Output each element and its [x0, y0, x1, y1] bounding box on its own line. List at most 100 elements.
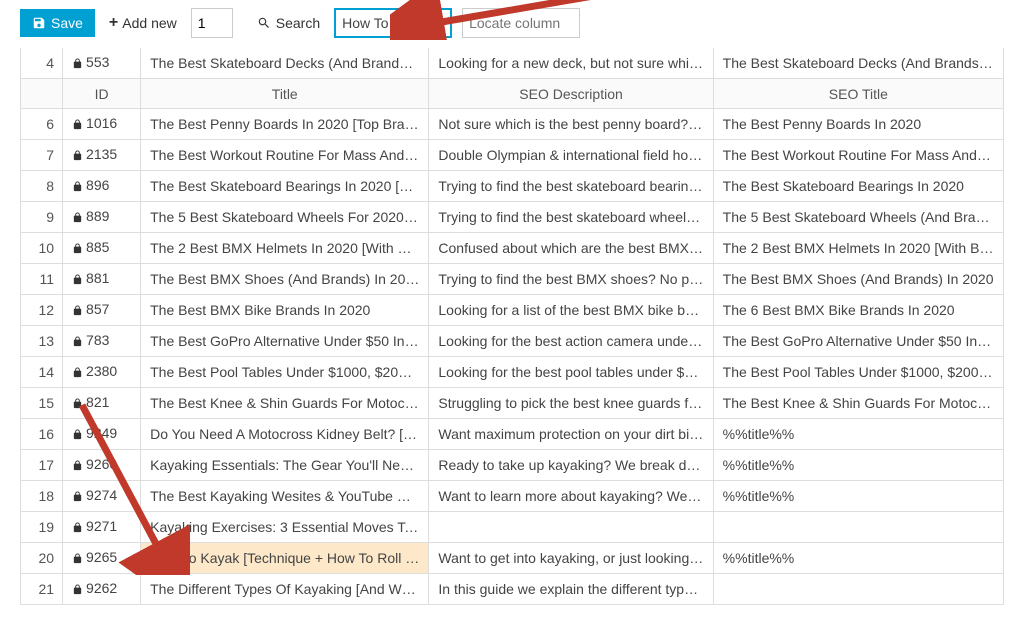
cell-title[interactable]: How To Kayak [Technique + How To Roll & …	[141, 543, 429, 574]
cell-title[interactable]: The Best Knee & Shin Guards For Motocros…	[141, 388, 429, 419]
cell-seo-title[interactable]: %%title%%	[713, 481, 1003, 512]
cell-seo-description[interactable]: Struggling to pick the best knee guards …	[429, 388, 713, 419]
cell-id[interactable]: 9249	[63, 419, 141, 450]
cell-title[interactable]: Do You Need A Motocross Kidney Belt? [An…	[141, 419, 429, 450]
row-number: 15	[21, 388, 63, 419]
cell-seo-title[interactable]: The Best Skateboard Bearings In 2020	[713, 171, 1003, 202]
cell-seo-description[interactable]: Double Olympian & international field ho…	[429, 140, 713, 171]
cell-id[interactable]: 896	[63, 171, 141, 202]
cell-seo-description[interactable]: Confused about which are the best BMX he…	[429, 233, 713, 264]
table-row[interactable]: 4553The Best Skateboard Decks (And Brand…	[21, 48, 1004, 79]
cell-seo-title[interactable]	[713, 512, 1003, 543]
cell-seo-title[interactable]: The Best Skateboard Decks (And Brands) I…	[713, 48, 1003, 79]
table-row[interactable]: 9889The 5 Best Skateboard Wheels For 202…	[21, 202, 1004, 233]
add-new-button[interactable]: + Add new	[105, 9, 181, 37]
table-row[interactable]: 10885The 2 Best BMX Helmets In 2020 [Wit…	[21, 233, 1004, 264]
locate-column-input[interactable]	[462, 8, 580, 38]
cell-id[interactable]: 9271	[63, 512, 141, 543]
cell-id[interactable]: 857	[63, 295, 141, 326]
cell-seo-description[interactable]: Trying to find the best skateboard beari…	[429, 171, 713, 202]
table-row[interactable]: 11881The Best BMX Shoes (And Brands) In …	[21, 264, 1004, 295]
cell-title[interactable]: The Best Workout Routine For Mass And St…	[141, 140, 429, 171]
cell-seo-title[interactable]: The 5 Best Skateboard Wheels (And Brands…	[713, 202, 1003, 233]
cell-seo-description[interactable]: Looking for the best action camera under…	[429, 326, 713, 357]
lock-icon	[72, 458, 83, 474]
table-row[interactable]: 15821The Best Knee & Shin Guards For Mot…	[21, 388, 1004, 419]
table-row[interactable]: 189274The Best Kayaking Wesites & YouTub…	[21, 481, 1004, 512]
cell-title[interactable]: The Best Penny Boards In 2020 [Top Brand…	[141, 109, 429, 140]
cell-id[interactable]: 2380	[63, 357, 141, 388]
col-header-id[interactable]: ID	[63, 79, 141, 109]
cell-seo-title[interactable]: The Best BMX Shoes (And Brands) In 2020	[713, 264, 1003, 295]
page-number-input[interactable]	[191, 8, 233, 38]
cell-title[interactable]: The Best BMX Shoes (And Brands) In 2020	[141, 264, 429, 295]
cell-id[interactable]: 783	[63, 326, 141, 357]
cell-title[interactable]: The Different Types Of Kayaking [And Whi…	[141, 574, 429, 605]
cell-id[interactable]: 821	[63, 388, 141, 419]
cell-seo-description[interactable]: Want to learn more about kayaking? We've…	[429, 481, 713, 512]
cell-seo-description[interactable]: Want maximum protection on your dirt bik…	[429, 419, 713, 450]
cell-id[interactable]: 885	[63, 233, 141, 264]
lock-icon	[72, 210, 83, 226]
lock-icon	[72, 148, 83, 164]
col-header-seo-title[interactable]: SEO Title	[713, 79, 1003, 109]
table-row[interactable]: 72135The Best Workout Routine For Mass A…	[21, 140, 1004, 171]
cell-title[interactable]: The Best Kayaking Wesites & YouTube Chan…	[141, 481, 429, 512]
data-grid: 4553The Best Skateboard Decks (And Brand…	[0, 48, 1024, 625]
cell-seo-description[interactable]: Want to get into kayaking, or just looki…	[429, 543, 713, 574]
cell-seo-title[interactable]: The Best Pool Tables Under $1000, $2000 …	[713, 357, 1003, 388]
save-button[interactable]: Save	[20, 9, 95, 37]
cell-seo-title[interactable]: The Best Penny Boards In 2020	[713, 109, 1003, 140]
cell-title[interactable]: Kayaking Exercises: 3 Essential Moves To…	[141, 512, 429, 543]
cell-title[interactable]: The Best Skateboard Decks (And Brands) I…	[141, 48, 429, 79]
table-row[interactable]: 61016The Best Penny Boards In 2020 [Top …	[21, 109, 1004, 140]
cell-seo-title[interactable]: The 6 Best BMX Bike Brands In 2020	[713, 295, 1003, 326]
cell-seo-description[interactable]: In this guide we explain the different t…	[429, 574, 713, 605]
cell-seo-description[interactable]: Looking for the best pool tables under $…	[429, 357, 713, 388]
table-row[interactable]: 169249Do You Need A Motocross Kidney Bel…	[21, 419, 1004, 450]
cell-title[interactable]: The Best Skateboard Bearings In 2020 [To…	[141, 171, 429, 202]
cell-seo-title[interactable]: %%title%%	[713, 450, 1003, 481]
table-row[interactable]: 179260Kayaking Essentials: The Gear You'…	[21, 450, 1004, 481]
table-row[interactable]: 12857The Best BMX Bike Brands In 2020Loo…	[21, 295, 1004, 326]
cell-seo-description[interactable]: Trying to find the best BMX shoes? No pr…	[429, 264, 713, 295]
table-row[interactable]: 142380The Best Pool Tables Under $1000, …	[21, 357, 1004, 388]
cell-id[interactable]: 889	[63, 202, 141, 233]
col-header-seo-description[interactable]: SEO Description	[429, 79, 713, 109]
cell-seo-description[interactable]: Not sure which is the best penny board? …	[429, 109, 713, 140]
cell-id[interactable]: 9262	[63, 574, 141, 605]
search-input[interactable]	[334, 8, 452, 38]
cell-seo-description[interactable]	[429, 512, 713, 543]
cell-seo-description[interactable]: Ready to take up kayaking? We break down…	[429, 450, 713, 481]
cell-seo-title[interactable]: The 2 Best BMX Helmets In 2020 [With Buy…	[713, 233, 1003, 264]
cell-seo-description[interactable]: Looking for a list of the best BMX bike …	[429, 295, 713, 326]
cell-id[interactable]: 9274	[63, 481, 141, 512]
col-header-title[interactable]: Title	[141, 79, 429, 109]
table-row[interactable]: 209265How To Kayak [Technique + How To R…	[21, 543, 1004, 574]
search-button[interactable]: Search	[253, 9, 324, 37]
cell-id[interactable]: 2135	[63, 140, 141, 171]
cell-title[interactable]: The 5 Best Skateboard Wheels For 2020 [T…	[141, 202, 429, 233]
table-row[interactable]: 13783The Best GoPro Alternative Under $5…	[21, 326, 1004, 357]
cell-title[interactable]: Kayaking Essentials: The Gear You'll Nee…	[141, 450, 429, 481]
table-row[interactable]: 219262The Different Types Of Kayaking [A…	[21, 574, 1004, 605]
cell-seo-description[interactable]: Trying to find the best skateboard wheel…	[429, 202, 713, 233]
table-row[interactable]: 8896The Best Skateboard Bearings In 2020…	[21, 171, 1004, 202]
cell-seo-title[interactable]: %%title%%	[713, 543, 1003, 574]
cell-id[interactable]: 9265	[63, 543, 141, 574]
cell-seo-title[interactable]: The Best Knee & Shin Guards For Motocros…	[713, 388, 1003, 419]
table-row[interactable]: 199271Kayaking Exercises: 3 Essential Mo…	[21, 512, 1004, 543]
cell-seo-title[interactable]	[713, 574, 1003, 605]
cell-title[interactable]: The Best Pool Tables Under $1000, $2000 …	[141, 357, 429, 388]
cell-seo-description[interactable]: Looking for a new deck, but not sure whi…	[429, 48, 713, 79]
cell-title[interactable]: The 2 Best BMX Helmets In 2020 [With Buy…	[141, 233, 429, 264]
cell-title[interactable]: The Best GoPro Alternative Under $50 In …	[141, 326, 429, 357]
cell-seo-title[interactable]: %%title%%	[713, 419, 1003, 450]
cell-title[interactable]: The Best BMX Bike Brands In 2020	[141, 295, 429, 326]
cell-seo-title[interactable]: The Best Workout Routine For Mass And St…	[713, 140, 1003, 171]
cell-id[interactable]: 881	[63, 264, 141, 295]
cell-id[interactable]: 1016	[63, 109, 141, 140]
cell-id[interactable]: 553	[63, 48, 141, 79]
cell-id[interactable]: 9260	[63, 450, 141, 481]
cell-seo-title[interactable]: The Best GoPro Alternative Under $50 In …	[713, 326, 1003, 357]
